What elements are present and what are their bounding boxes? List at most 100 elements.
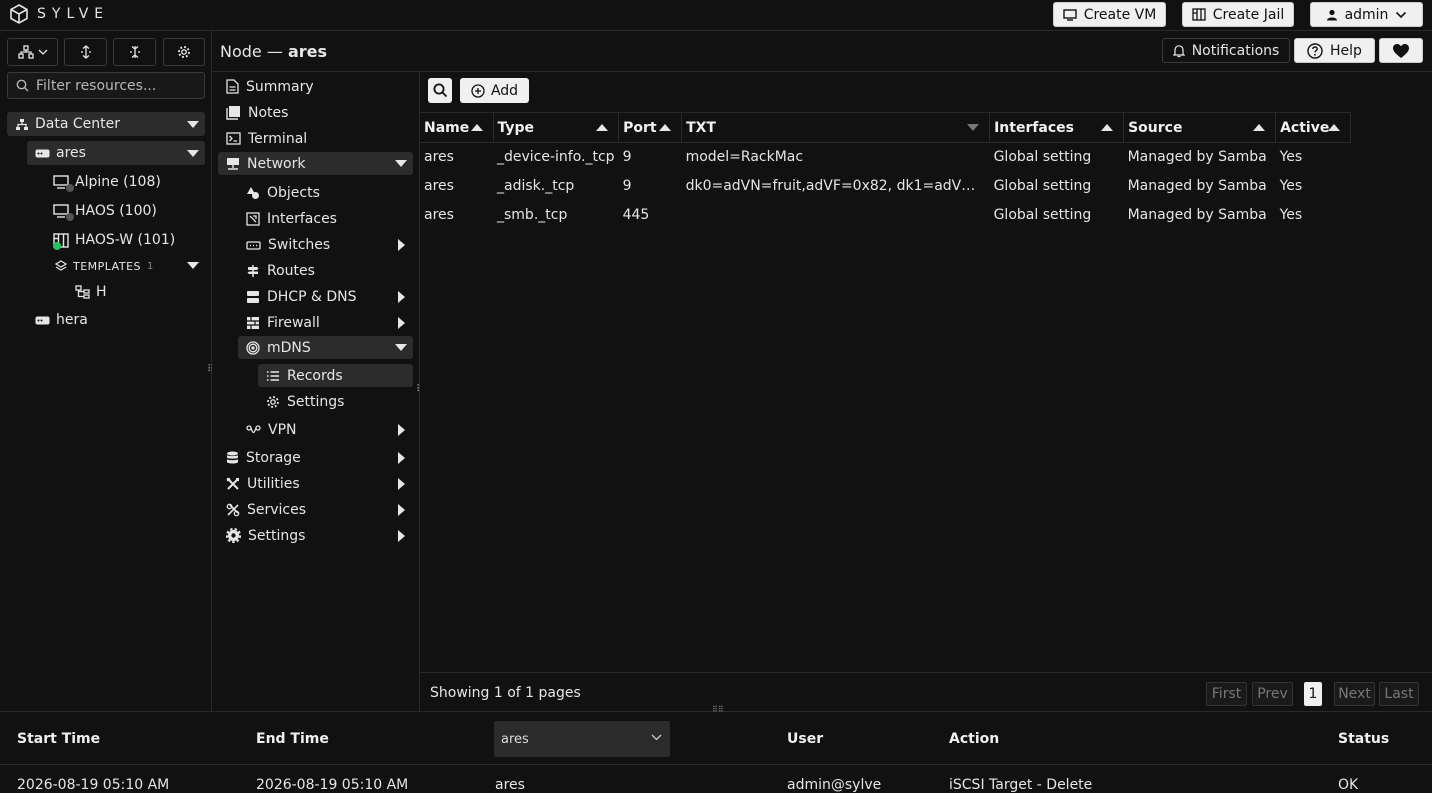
donate-button[interactable] [1379, 38, 1423, 63]
cell-interfaces: Global setting [993, 149, 1092, 166]
nav-firewall[interactable]: Firewall [246, 311, 413, 334]
bell-icon [1172, 44, 1185, 58]
column-active[interactable]: Active [1275, 112, 1352, 143]
create-jail-label: Create Jail [1212, 6, 1285, 23]
nav-label: mDNS [267, 339, 311, 356]
next-page-button[interactable]: Next [1334, 682, 1375, 706]
page-title-prefix: Node — [220, 42, 283, 61]
prev-page-button[interactable]: Prev [1252, 682, 1293, 706]
cube-icon [9, 4, 29, 24]
help-button[interactable]: Help [1294, 38, 1375, 63]
tree-item-templates[interactable]: TEMPLATES 1 [55, 254, 205, 278]
sort-asc-icon [596, 124, 609, 131]
node-filter-select[interactable]: ares [494, 721, 670, 757]
cell-port: 9 [622, 149, 632, 166]
tree-settings-button[interactable] [163, 38, 205, 66]
filter-resources-input[interactable] [36, 77, 196, 94]
first-page-button[interactable]: First [1206, 682, 1247, 706]
column-source[interactable]: Source [1123, 112, 1277, 143]
task-status: OK [1338, 777, 1359, 793]
plus-circle-icon [471, 83, 485, 98]
cell-txt: model=RackMac [685, 149, 804, 166]
collapse-all-button[interactable] [113, 38, 156, 66]
add-record-button[interactable]: Add [460, 78, 529, 103]
pagination-summary: Showing 1 of 1 pages [430, 685, 581, 701]
nav-label: Network [247, 155, 306, 172]
caret-right-icon [398, 291, 405, 303]
cell-name: ares [424, 178, 454, 194]
tree-item-label: Alpine (108) [75, 174, 161, 190]
tree-item-template-h[interactable]: H [75, 280, 107, 304]
sort-asc-icon [1101, 124, 1114, 131]
nav-terminal[interactable]: Terminal [226, 127, 307, 150]
cell-port: 445 [622, 207, 650, 223]
current-page-button[interactable]: 1 [1304, 682, 1322, 706]
gear-icon [226, 528, 241, 543]
search-button[interactable] [428, 78, 452, 103]
nav-summary[interactable]: Summary [226, 75, 314, 98]
user-menu-button[interactable]: admin [1310, 2, 1423, 27]
cell-source: Managed by Samba [1127, 178, 1267, 194]
tree-item-hera[interactable]: hera [35, 308, 88, 332]
task-log-panel: ⠿⠿ Start Time End Time ares User Action … [0, 706, 1432, 793]
tree-item-datacenter[interactable]: Data Center [7, 112, 205, 136]
vpn-icon [246, 424, 261, 436]
cell-type: _adisk._tcp [497, 178, 575, 194]
monitor-icon [1062, 8, 1077, 21]
sort-asc-icon [659, 124, 672, 131]
notifications-button[interactable]: Notifications [1162, 38, 1290, 63]
nav-network[interactable]: Network [218, 152, 413, 175]
nav-interfaces[interactable]: Interfaces [246, 207, 337, 230]
column-port[interactable]: Port [618, 112, 683, 143]
tree-item-ares[interactable]: ares [27, 141, 205, 165]
column-type[interactable]: Type [493, 112, 620, 143]
nav-routes[interactable]: Routes [246, 259, 315, 282]
search-icon [433, 83, 448, 98]
nav-dhcp-dns[interactable]: DHCP & DNS [246, 285, 413, 308]
column-user[interactable]: User [787, 731, 823, 747]
cell-type: _device-info._tcp [497, 149, 615, 166]
column-action[interactable]: Action [949, 731, 999, 747]
last-page-button[interactable]: Last [1379, 682, 1419, 706]
nav-mdns[interactable]: mDNS [238, 336, 413, 359]
nav-objects[interactable]: Objects [246, 181, 320, 204]
nav-label: Storage [246, 449, 301, 466]
column-start-time[interactable]: Start Time [17, 731, 100, 747]
tree-item-haos[interactable]: HAOS (100) [53, 199, 157, 223]
gear-icon [177, 45, 191, 59]
nav-settings[interactable]: Settings [226, 524, 413, 547]
nav-storage[interactable]: Storage [226, 446, 413, 469]
nav-services[interactable]: Services [226, 498, 413, 521]
create-vm-button[interactable]: Create VM [1053, 2, 1166, 27]
nav-label: Objects [267, 184, 320, 201]
table-row[interactable]: ares _smb._tcp 445 Global setting Manage… [420, 201, 1351, 230]
nav-switches[interactable]: Switches [246, 233, 413, 256]
table-row[interactable]: ares _device-info._tcp 9 model=RackMac G… [420, 143, 1351, 172]
column-name[interactable]: Name [420, 112, 494, 143]
app-logo[interactable]: SYLVE [9, 4, 109, 24]
sort-desc-icon [967, 124, 980, 131]
resource-tree-pane: Data Center ares Alpine (108) HAOS (100)… [0, 31, 214, 711]
table-row[interactable]: ares _adisk._tcp 9 dk0=adVN=fruit,adVF=0… [420, 172, 1351, 201]
task-log-resize-handle[interactable]: ⠿⠿ [712, 706, 724, 714]
templates-label: TEMPLATES [73, 259, 141, 273]
nav-vpn[interactable]: VPN [246, 418, 413, 441]
nav-notes[interactable]: Notes [226, 101, 288, 124]
firewall-icon [246, 316, 260, 330]
expand-all-button[interactable] [64, 38, 107, 66]
create-jail-button[interactable]: Create Jail [1182, 2, 1294, 27]
nav-mdns-settings[interactable]: Settings [266, 390, 344, 413]
tree-item-alpine[interactable]: Alpine (108) [53, 170, 161, 194]
view-switch-button[interactable] [7, 38, 58, 66]
nav-label: Notes [248, 104, 289, 121]
interface-icon [246, 211, 260, 226]
document-icon [226, 79, 239, 94]
caret-down-icon [395, 160, 407, 167]
column-status[interactable]: Status [1338, 731, 1389, 747]
column-end-time[interactable]: End Time [256, 731, 329, 747]
nav-mdns-records[interactable]: Records [258, 364, 413, 387]
column-txt[interactable]: TXT [681, 112, 991, 143]
tree-item-haosw[interactable]: HAOS-W (101) [53, 228, 175, 252]
nav-utilities[interactable]: Utilities [226, 472, 413, 495]
column-interfaces[interactable]: Interfaces [989, 112, 1125, 143]
